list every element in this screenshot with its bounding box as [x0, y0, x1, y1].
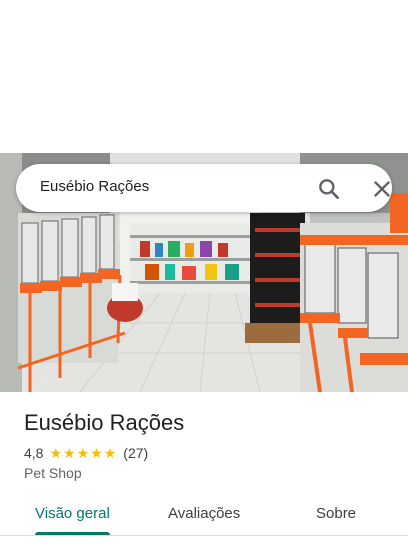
search-icon[interactable]	[316, 176, 342, 202]
place-category: Pet Shop	[24, 465, 82, 481]
star-icon: ★	[49, 445, 63, 461]
star-icon: ★	[76, 445, 90, 461]
star-icon: ★	[103, 445, 117, 461]
star-icon: ★	[90, 445, 103, 461]
tab-reviews[interactable]: Avaliações	[168, 505, 240, 522]
place-page: Eusébio Rações Eusébio Rações 4,8 ★ ★ ★ …	[0, 0, 408, 544]
tab-bar: Visão geral Avaliações Sobre	[0, 500, 408, 544]
rating-value: 4,8	[24, 445, 44, 461]
rating-stars: ★ ★ ★ ★ ★	[49, 446, 117, 460]
star-icon: ★	[63, 445, 76, 461]
rating-row[interactable]: 4,8 ★ ★ ★ ★ ★ (27)	[24, 444, 148, 462]
search-bar[interactable]: Eusébio Rações	[16, 164, 392, 212]
review-count[interactable]: (27)	[123, 445, 148, 461]
tab-overview[interactable]: Visão geral	[35, 505, 110, 522]
search-input[interactable]: Eusébio Rações	[40, 178, 149, 195]
tabs-divider	[0, 535, 408, 536]
close-icon[interactable]	[369, 176, 395, 202]
tab-about[interactable]: Sobre	[316, 505, 356, 522]
place-title: Eusébio Rações	[24, 410, 185, 435]
